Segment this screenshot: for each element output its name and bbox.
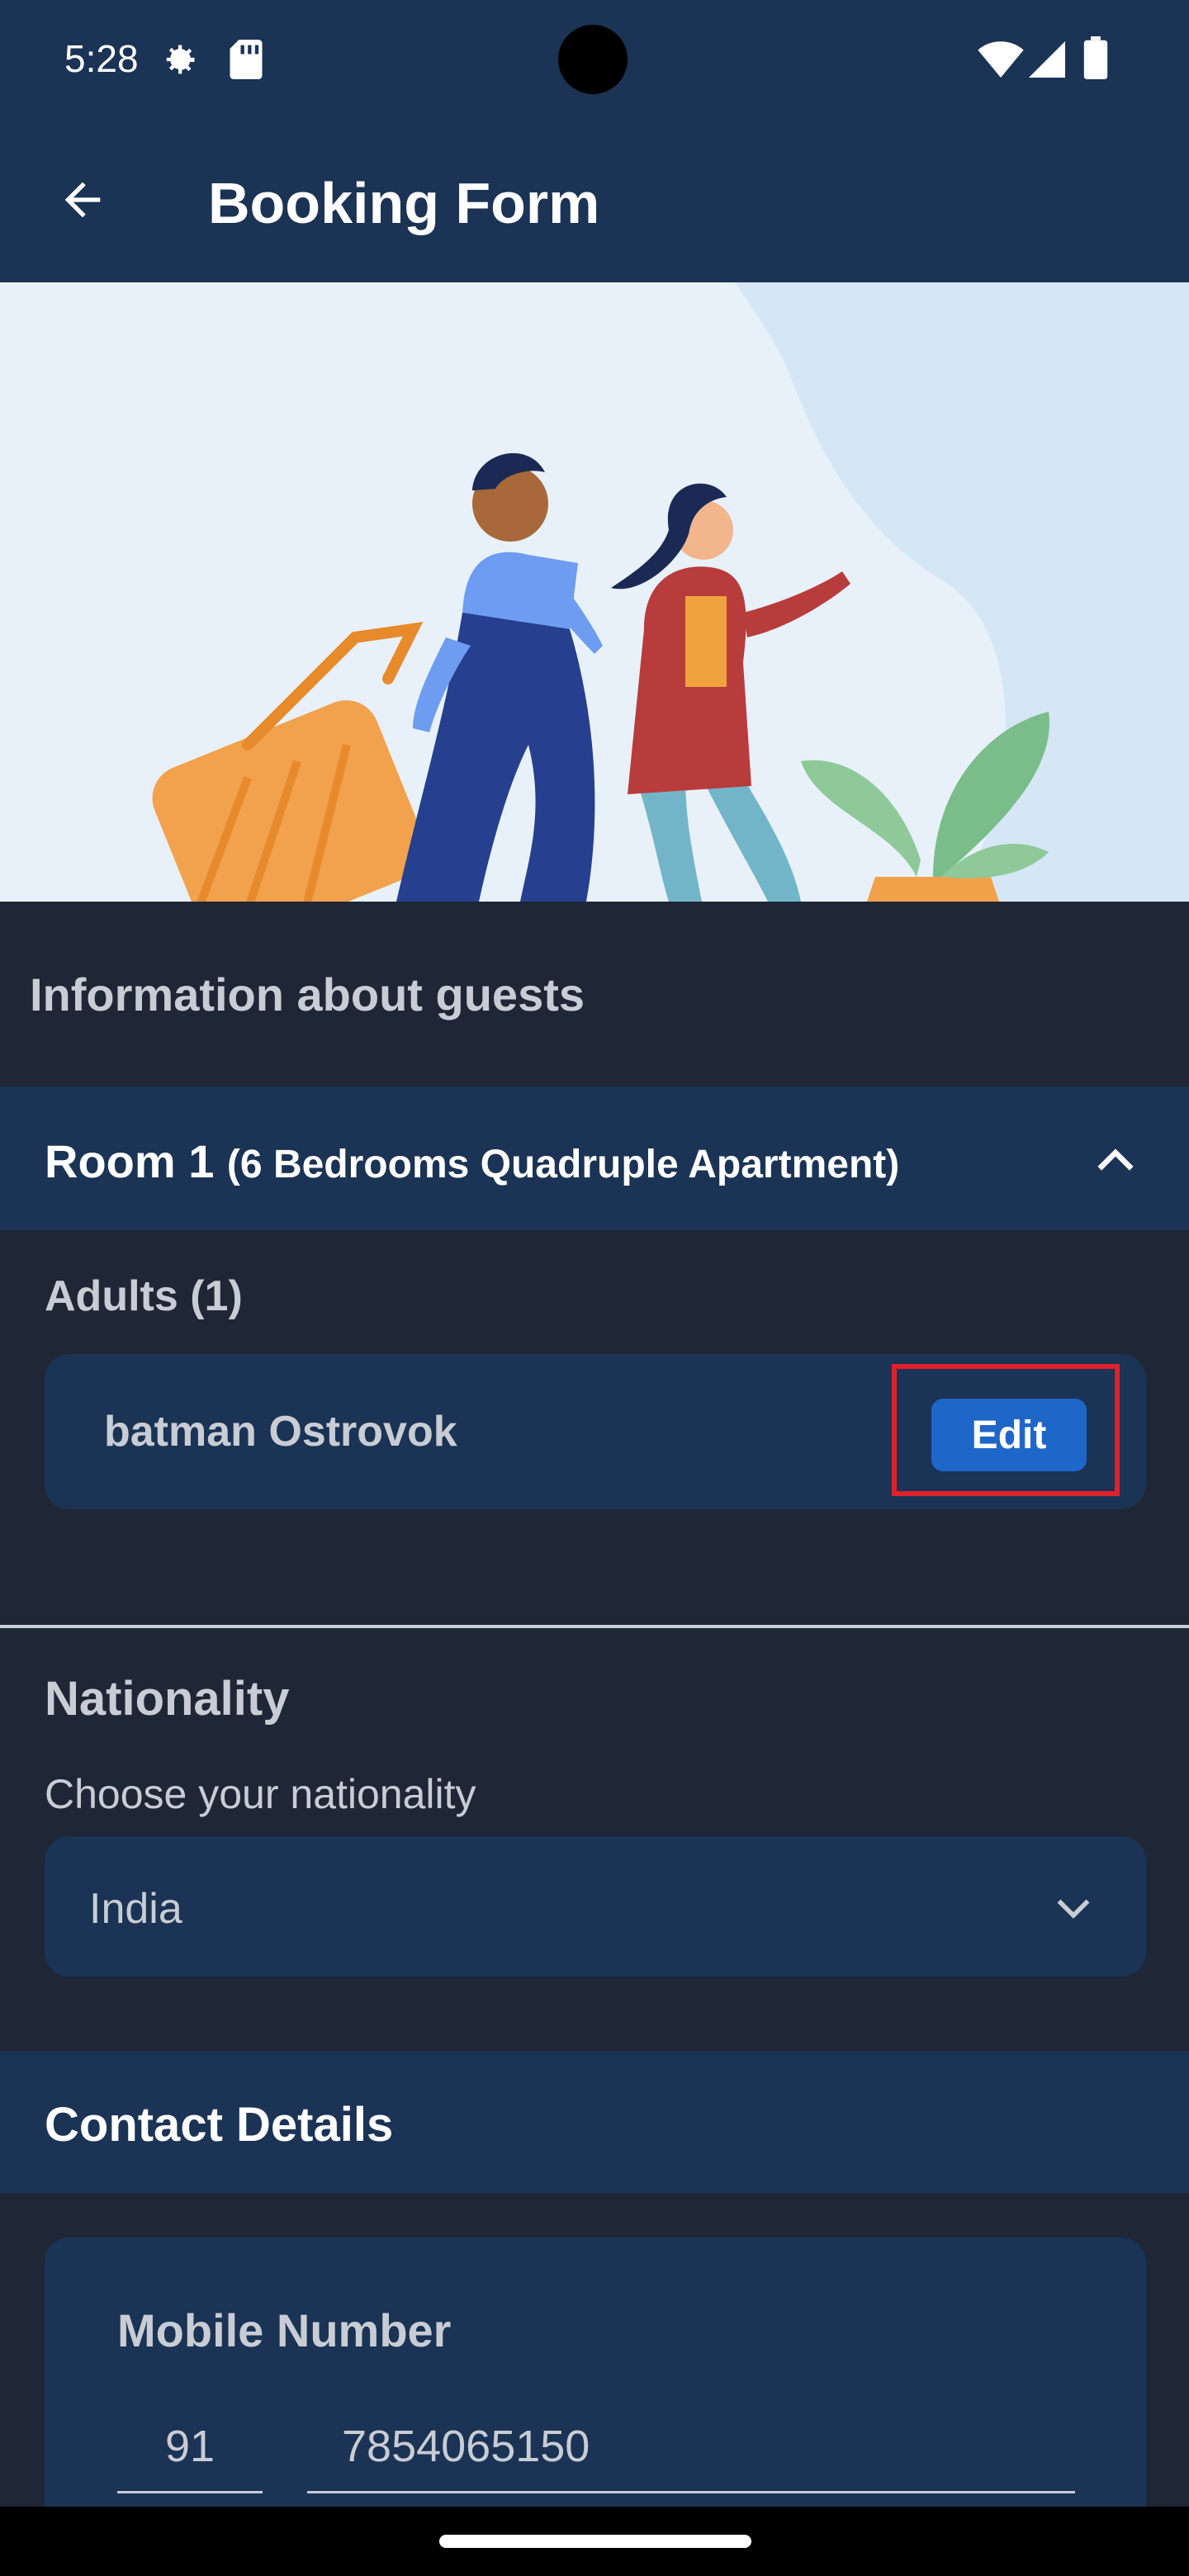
back-button[interactable] <box>50 168 116 234</box>
room-type: (6 Bedrooms Quadruple Apartment) <box>226 1143 900 1186</box>
country-code-value: 91 <box>164 2422 216 2471</box>
signal-icon <box>1029 41 1065 82</box>
edit-guest-button[interactable]: Edit <box>931 1399 1087 1471</box>
contact-card: Mobile Number 91 7854065150 <box>45 2237 1146 2510</box>
status-bar: 5:28 <box>0 0 1189 124</box>
wifi-icon <box>978 40 1024 82</box>
room-accordion-header[interactable]: Room 1 (6 Bedrooms Quadruple Apartment) <box>0 1087 1189 1230</box>
guest-card: batman Ostrovok Edit <box>45 1354 1146 1509</box>
room-label: Room 1 <box>45 1135 215 1187</box>
contact-header: Contact Details <box>0 2051 1189 2193</box>
mobile-number-label: Mobile Number <box>117 2304 452 2356</box>
system-nav-bar <box>0 2507 1189 2576</box>
chevron-down-icon <box>1049 1882 1098 1932</box>
phone-number-input[interactable]: 7854065150 <box>307 2403 1075 2493</box>
gear-icon <box>157 38 200 85</box>
phone-number-value: 7854065150 <box>342 2422 590 2471</box>
chevron-up-icon[interactable] <box>1088 1134 1143 1189</box>
status-time: 5:28 <box>64 37 139 80</box>
app-bar: Booking Form <box>0 124 1189 282</box>
hero-illustration <box>0 282 1189 902</box>
country-code-input[interactable]: 91 <box>117 2403 263 2493</box>
page-title: Booking Form <box>208 171 600 235</box>
section-title-guests: Information about guests <box>30 968 585 1020</box>
nationality-value: India <box>89 1885 182 1933</box>
nationality-hint: Choose your nationality <box>45 1771 476 1817</box>
arrow-left-icon <box>56 173 109 230</box>
home-gesture-handle[interactable] <box>439 2535 751 2548</box>
battery-icon <box>1083 36 1108 83</box>
adults-label: Adults (1) <box>45 1272 243 1320</box>
room-title: Room 1 (6 Bedrooms Quadruple Apartment) <box>45 1134 899 1188</box>
sd-card-icon <box>228 38 264 85</box>
section-divider <box>0 1625 1189 1628</box>
guest-name: batman Ostrovok <box>104 1408 457 1456</box>
section-title-contact: Contact Details <box>45 2098 394 2152</box>
nationality-dropdown[interactable]: India <box>45 1836 1146 1977</box>
section-title-nationality: Nationality <box>45 1672 290 1726</box>
front-camera <box>558 25 628 94</box>
